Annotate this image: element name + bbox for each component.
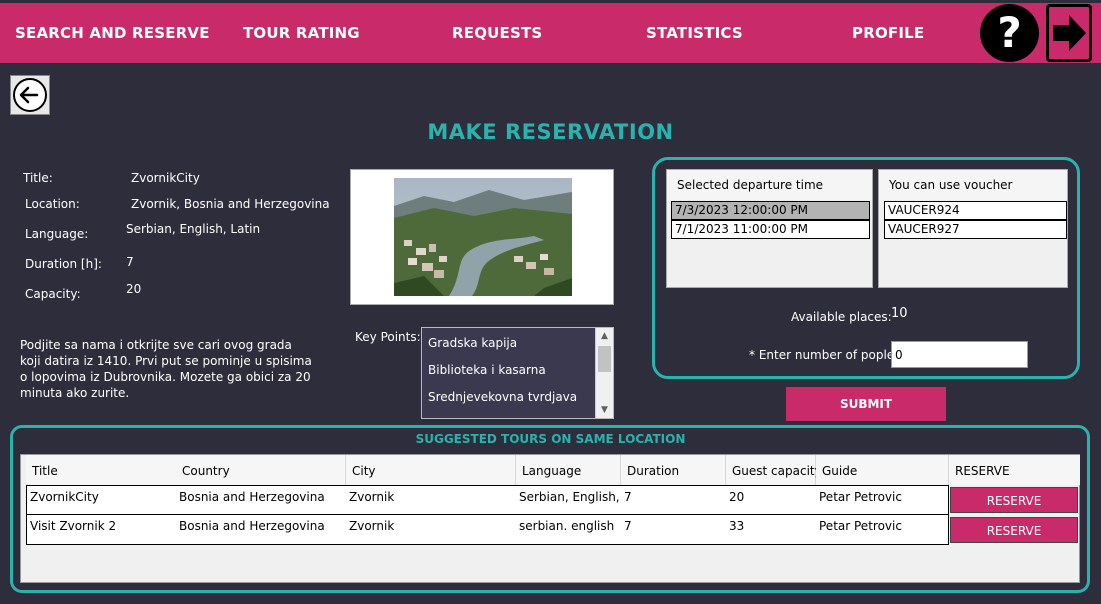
nav-search-and-reserve[interactable]: SEARCH AND RESERVE [15,24,210,42]
table-cell[interactable]: 7 [621,485,727,515]
submit-button[interactable]: SUBMIT [786,387,946,421]
tour-photo [394,178,572,296]
back-arrow-icon [13,78,47,112]
suggested-tours-title: SUGGESTED TOURS ON SAME LOCATION [415,432,686,446]
key-points-label: Key Points: [355,330,421,344]
tour-image-frame [350,169,614,305]
duration-label: Duration [h]: [25,257,102,271]
capacity-label: Capacity: [25,287,81,301]
key-point-item[interactable]: Biblioteka i kasarna [428,363,546,377]
table-cell[interactable]: Bosnia and Herzegovina [176,485,347,515]
nav-tour-rating[interactable]: TOUR RATING [243,24,360,42]
title-value: ZvornikCity [131,171,200,185]
capacity-value: 20 [126,282,142,296]
language-label: Language: [25,227,89,241]
column-header-duration[interactable]: Duration [621,455,726,485]
key-points-scrollbar[interactable]: ▲ ▼ [595,328,613,418]
logout-arrow-icon [1053,15,1086,51]
key-point-item[interactable]: Srednjevekovna tvrdjava [428,390,577,404]
voucher-item[interactable]: VAUCER924 [884,201,1067,220]
column-header-guest-capacity[interactable]: Guest capacity [726,455,822,485]
scroll-up-icon[interactable]: ▲ [596,328,613,344]
scroll-down-icon[interactable]: ▼ [596,402,613,418]
people-count-input[interactable] [891,341,1028,368]
table-cell[interactable]: serbian. english [516,515,622,545]
table-cell[interactable]: Zvornik [346,485,517,515]
table-cell[interactable]: 7 [621,515,727,545]
key-point-item[interactable]: Gradska kapija [428,336,517,350]
column-header-language[interactable]: Language [516,455,621,485]
table-cell[interactable]: Serbian, English, Latin [516,485,622,515]
nav-requests[interactable]: REQUESTS [452,24,542,42]
departure-time-header: Selected departure time [667,170,872,200]
key-points-list[interactable]: Gradska kapija Biblioteka i kasarna Sred… [421,327,614,419]
scroll-thumb[interactable] [598,346,611,372]
departure-time-item[interactable]: 7/1/2023 11:00:00 PM [671,220,870,239]
table-cell[interactable]: Petar Petrovic [816,515,949,545]
column-header-city[interactable]: City [346,455,516,485]
logout-icon[interactable] [1046,4,1092,62]
table-cell[interactable]: Bosnia and Herzegovina [176,515,347,545]
people-count-label: * Enter number of pople: [749,348,899,362]
location-value: Zvornik, Bosnia and Herzegovina [131,197,330,211]
voucher-list[interactable]: You can use voucher VAUCER924 VAUCER927 [878,169,1068,288]
table-cell[interactable]: Petar Petrovic [816,485,949,515]
column-header-reserve[interactable]: RESERVE [949,455,1080,485]
zvornik-landscape-image [394,178,572,296]
table-cell[interactable]: 20 [726,485,817,515]
page-title: MAKE RESERVATION [427,120,674,144]
suggested-tours-table: Title Country City Language Duration Gue… [20,454,1080,583]
title-label: Title: [23,171,53,185]
table-cell[interactable]: Zvornik [346,515,517,545]
table-cell[interactable]: Visit Zvornik 2 [26,515,177,545]
table-cell[interactable]: 33 [726,515,817,545]
tour-description: Podjite sa nama i otkrijte sve cari ovog… [20,338,312,400]
voucher-item[interactable]: VAUCER927 [884,220,1067,239]
back-button[interactable] [10,75,50,115]
column-header-title[interactable]: Title [26,455,177,485]
duration-value: 7 [126,255,134,269]
location-label: Location: [25,197,80,211]
nav-statistics[interactable]: STATISTICS [646,24,743,42]
table-cell[interactable]: ZvornikCity [26,485,177,515]
nav-profile[interactable]: PROFILE [852,24,924,42]
departure-time-list[interactable]: Selected departure time 7/3/2023 12:00:0… [666,169,873,288]
column-header-guide[interactable]: Guide [816,455,949,485]
available-places-value: 10 [891,306,908,321]
voucher-header: You can use voucher [879,170,1067,200]
reserve-button[interactable]: RESERVE [950,487,1078,513]
help-icon[interactable]: ? [980,4,1039,62]
column-header-country[interactable]: Country [176,455,346,485]
top-navigation-bar: SEARCH AND RESERVE TOUR RATING REQUESTS … [0,0,1101,63]
available-places-label: Available places: [791,310,892,324]
reserve-button[interactable]: RESERVE [950,517,1078,543]
departure-time-item[interactable]: 7/3/2023 12:00:00 PM [671,201,870,220]
language-value: Serbian, English, Latin [126,222,261,236]
top-divider [0,0,1101,3]
